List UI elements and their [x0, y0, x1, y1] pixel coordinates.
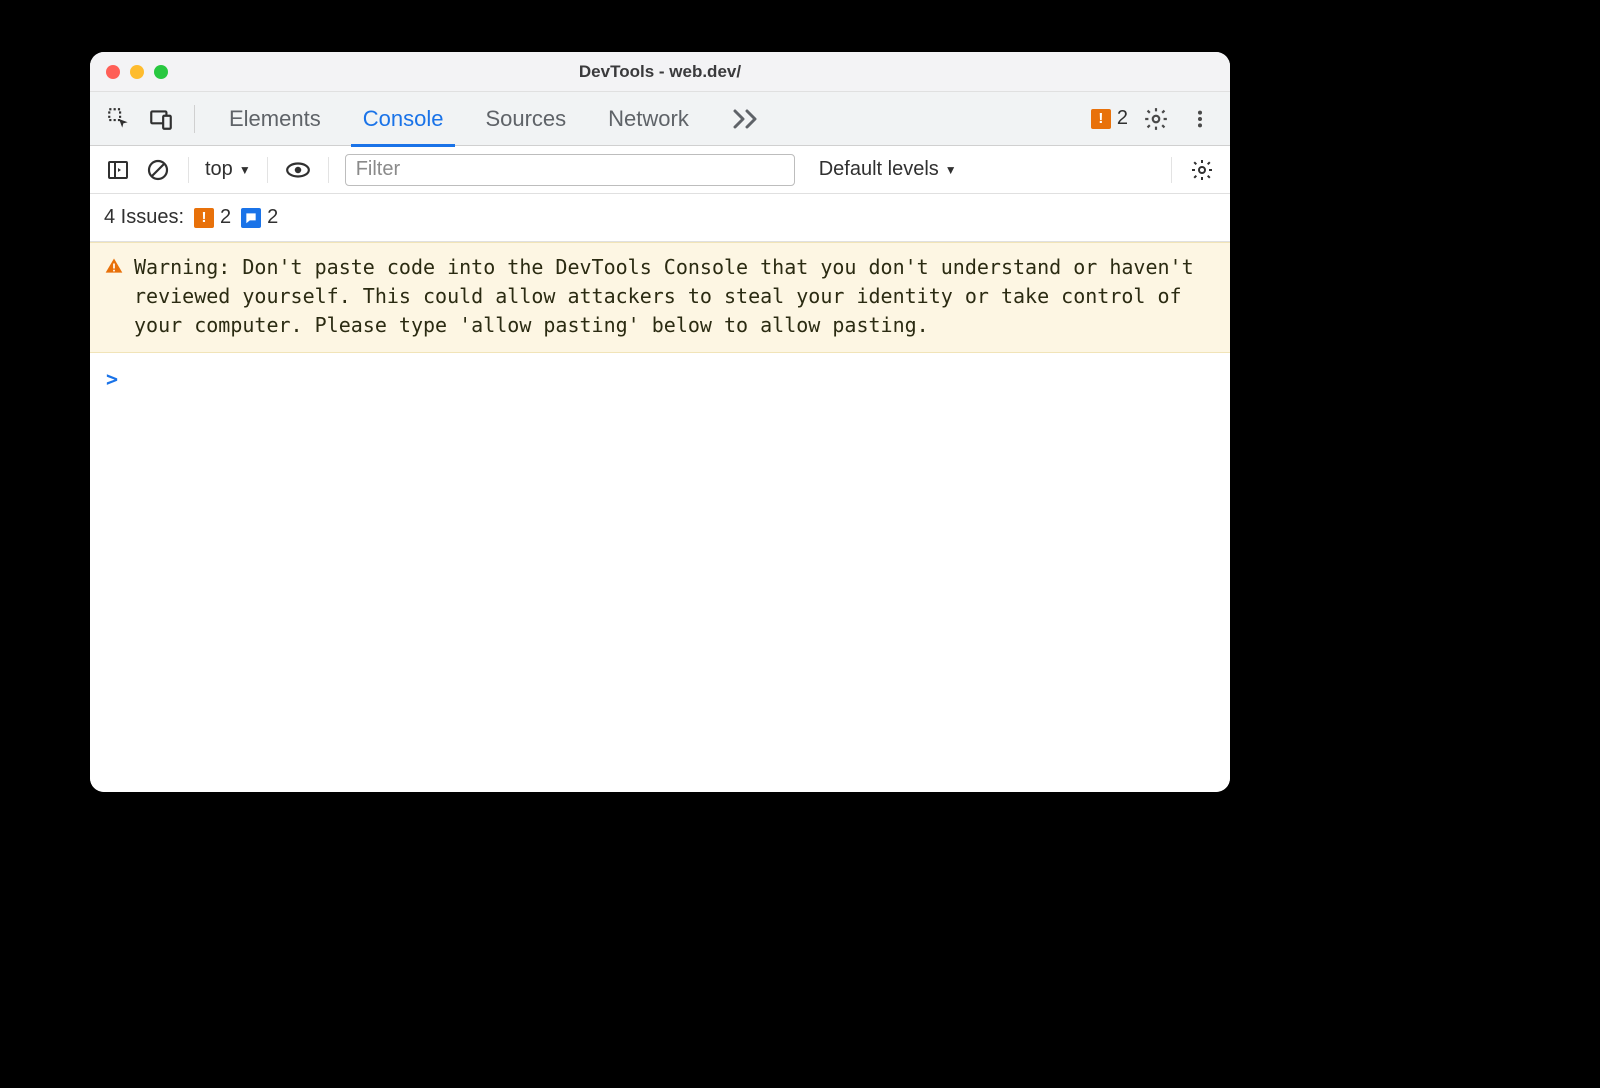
issues-label: 4 Issues:	[104, 206, 184, 229]
divider	[267, 157, 268, 183]
filter-field	[345, 154, 795, 186]
tab-sources[interactable]: Sources	[479, 94, 572, 144]
toggle-sidebar-button[interactable]	[104, 156, 132, 184]
console-warning-row: Warning: Don't paste code into the DevTo…	[90, 242, 1230, 353]
prompt-caret-icon: >	[106, 367, 118, 391]
clear-console-button[interactable]	[144, 156, 172, 184]
log-levels-label: Default levels	[819, 158, 939, 181]
warning-badge-icon: !	[194, 208, 214, 228]
settings-button[interactable]	[1140, 103, 1172, 135]
issues-counter-value: 2	[1117, 107, 1128, 130]
info-badge-icon	[241, 208, 261, 228]
console-settings-button[interactable]	[1188, 156, 1216, 184]
more-tabs-button[interactable]	[725, 109, 765, 129]
log-levels-selector[interactable]: Default levels ▼	[819, 158, 957, 181]
chevron-down-icon: ▼	[239, 163, 251, 177]
filter-input[interactable]	[345, 154, 795, 186]
chevron-down-icon: ▼	[945, 163, 957, 177]
warning-triangle-icon	[104, 256, 124, 276]
devtools-tabstrip: Elements Console Sources Network ! 2	[90, 92, 1230, 146]
context-label: top	[205, 158, 233, 181]
inspect-element-icon[interactable]	[104, 104, 134, 134]
panel-tabs: Elements Console Sources Network	[223, 94, 765, 144]
divider	[328, 157, 329, 183]
titlebar: DevTools - web.dev/	[90, 52, 1230, 92]
issues-info-chip[interactable]: 2	[241, 206, 278, 229]
issues-warning-chip[interactable]: ! 2	[194, 206, 231, 229]
tab-elements[interactable]: Elements	[223, 94, 327, 144]
divider	[194, 105, 195, 133]
divider	[188, 157, 189, 183]
warning-badge-icon: !	[1091, 109, 1111, 129]
more-options-button[interactable]	[1184, 103, 1216, 135]
window-title: DevTools - web.dev/	[90, 62, 1230, 82]
minimize-window-button[interactable]	[130, 65, 144, 79]
issues-bar: 4 Issues: ! 2 2	[90, 194, 1230, 242]
device-toolbar-icon[interactable]	[146, 104, 176, 134]
console-output: Warning: Don't paste code into the DevTo…	[90, 242, 1230, 792]
issues-warning-count: 2	[220, 206, 231, 229]
console-warning-text: Warning: Don't paste code into the DevTo…	[134, 253, 1216, 340]
divider	[1171, 157, 1172, 183]
live-expression-button[interactable]	[284, 156, 312, 184]
window-controls	[90, 65, 168, 79]
issues-info-count: 2	[267, 206, 278, 229]
devtools-window: DevTools - web.dev/ Elements Console Sou…	[90, 52, 1230, 792]
maximize-window-button[interactable]	[154, 65, 168, 79]
close-window-button[interactable]	[106, 65, 120, 79]
tab-console[interactable]: Console	[357, 94, 450, 144]
tab-network[interactable]: Network	[602, 94, 695, 144]
console-prompt[interactable]: >	[90, 353, 1230, 405]
console-toolbar: top ▼ Default levels ▼	[90, 146, 1230, 194]
context-selector[interactable]: top ▼	[205, 158, 251, 181]
issues-counter-button[interactable]: ! 2	[1091, 107, 1128, 130]
